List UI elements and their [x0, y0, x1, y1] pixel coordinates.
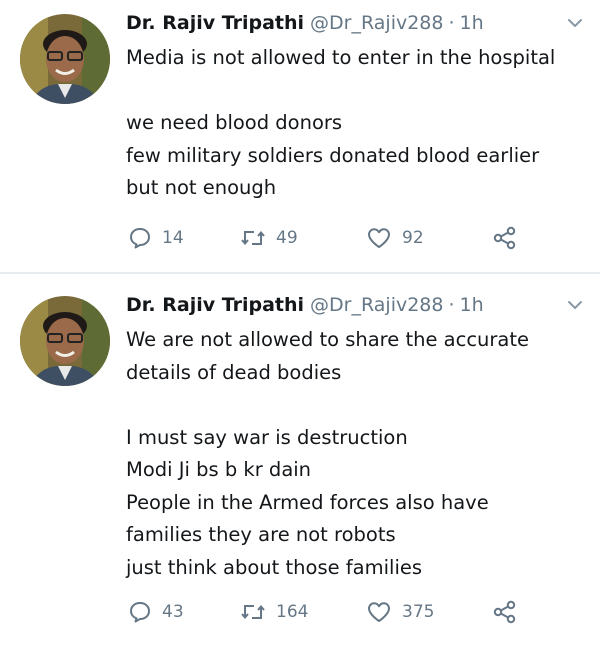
retweet-icon [241, 604, 265, 620]
author-name[interactable]: Dr. Rajiv Tripathi [126, 294, 304, 316]
like-button[interactable]: 92 [366, 226, 492, 250]
retweet-count: 164 [276, 602, 309, 622]
separator-dot: · [448, 12, 455, 34]
tweet-text-line: We are not allowed to share the accurate [126, 328, 530, 351]
tweet-text-line: but not enough [126, 176, 277, 199]
tweet-text-line: few military soldiers donated blood earl… [126, 143, 540, 167]
share-icon [493, 600, 516, 624]
retweet-icon [241, 230, 265, 246]
author-name[interactable]: Dr. Rajiv Tripathi [126, 12, 304, 34]
chevron-down-icon[interactable] [566, 296, 584, 314]
tweet-text-line: Media is not allowed to enter in the hos… [126, 46, 556, 69]
reply-count: 43 [162, 602, 184, 622]
tweet-time[interactable]: 1h [460, 294, 484, 316]
tweet-text-line: People in the Armed forces also have [126, 490, 489, 514]
tweet-text: Media is not allowed to enter in the hos… [126, 42, 582, 205]
author-handle[interactable]: @Dr_Rajiv288 [310, 12, 443, 34]
like-count: 375 [402, 602, 435, 622]
heart-icon [368, 228, 390, 248]
tweet-time[interactable]: 1h [460, 12, 484, 34]
heart-icon [368, 602, 390, 622]
reply-button[interactable]: 43 [128, 600, 240, 624]
tweet-actions: 43 164 375 [128, 600, 538, 624]
tweet[interactable]: Dr. Rajiv Tripathi @Dr_Rajiv288 · 1h Med… [0, 0, 600, 272]
share-button[interactable] [492, 600, 518, 624]
avatar[interactable] [20, 14, 110, 104]
tweet-header: Dr. Rajiv Tripathi @Dr_Rajiv288 · 1h [126, 294, 582, 324]
retweet-button[interactable]: 49 [240, 226, 366, 250]
reply-count: 14 [162, 228, 184, 248]
retweet-button[interactable]: 164 [240, 600, 366, 624]
tweet-header: Dr. Rajiv Tripathi @Dr_Rajiv288 · 1h [126, 12, 582, 42]
reply-button[interactable]: 14 [128, 226, 240, 250]
like-count: 92 [402, 228, 424, 248]
tweet-text-line: Modi Ji bs b kr dain [126, 458, 312, 481]
like-button[interactable]: 375 [366, 600, 492, 624]
tweet-text-line [126, 389, 582, 422]
share-button[interactable] [492, 226, 518, 250]
separator-dot: · [448, 294, 455, 316]
tweet-text: We are not allowed to share the accurate… [126, 324, 582, 584]
retweet-count: 49 [276, 228, 298, 248]
reply-icon [130, 602, 150, 623]
tweet-text-line: details of dead bodies [126, 360, 342, 384]
tweet-text-line: we need blood donors [126, 111, 343, 134]
tweet[interactable]: Dr. Rajiv Tripathi @Dr_Rajiv288 · 1h We … [0, 274, 600, 646]
tweet-text-line: I must say war is destruction [126, 425, 408, 449]
reply-icon [130, 228, 150, 249]
avatar[interactable] [20, 296, 110, 386]
tweet-actions: 14 49 92 [128, 226, 538, 250]
tweet-text-line: families they are not robots [126, 523, 396, 546]
share-icon [493, 226, 516, 250]
tweet-text-line [126, 75, 582, 108]
chevron-down-icon[interactable] [566, 14, 584, 32]
author-handle[interactable]: @Dr_Rajiv288 [310, 294, 443, 316]
tweet-text-line: just think about those families [126, 555, 423, 579]
